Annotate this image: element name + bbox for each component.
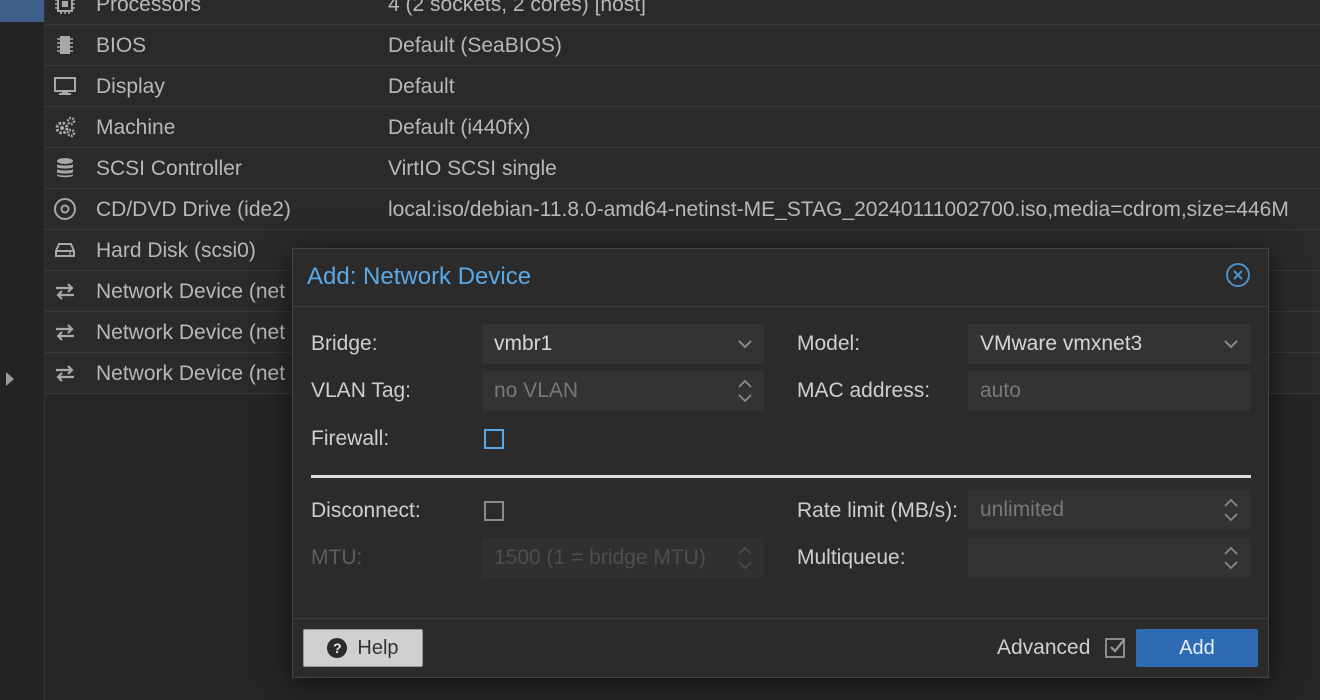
- row-name: Network Device (net: [96, 280, 286, 303]
- firewall-label: Firewall:: [311, 427, 390, 450]
- database-icon: [53, 156, 77, 180]
- model-label: Model:: [797, 332, 861, 355]
- row-name: Processors: [96, 0, 202, 16]
- row-name: CD/DVD Drive (ide2): [96, 198, 291, 221]
- left-navigation: [0, 0, 45, 700]
- advanced-label: Advanced: [997, 636, 1091, 659]
- spinner-icon[interactable]: [1224, 496, 1238, 524]
- disconnect-label: Disconnect:: [311, 499, 421, 522]
- rate-limit-placeholder: unlimited: [980, 498, 1065, 521]
- bridge-label: Bridge:: [311, 332, 378, 355]
- model-select[interactable]: VMware vmxnet3: [968, 324, 1250, 364]
- row-name: SCSI Controller: [96, 157, 242, 180]
- multiqueue-input[interactable]: [968, 538, 1250, 578]
- exchange-icon: [53, 361, 77, 385]
- mtu-placeholder: 1500 (1 = bridge MTU): [494, 546, 706, 569]
- dialog-header: Add: Network Device: [293, 249, 1268, 307]
- spinner-icon: [738, 546, 752, 570]
- advanced-divider: [311, 475, 1251, 478]
- spinner-icon[interactable]: [738, 377, 752, 405]
- vlan-label: VLAN Tag:: [311, 379, 412, 402]
- hardware-row-display[interactable]: Display Default: [45, 66, 1320, 107]
- disconnect-checkbox[interactable]: [484, 501, 504, 521]
- hardware-row-cdrom[interactable]: CD/DVD Drive (ide2) local:iso/debian-11.…: [45, 189, 1320, 230]
- row-name: BIOS: [96, 34, 147, 57]
- mtu-label: MTU:: [311, 546, 363, 569]
- hardware-row-machine[interactable]: Machine Default (i440fx): [45, 107, 1320, 148]
- exchange-icon: [53, 320, 77, 344]
- bridge-select[interactable]: vmbr1: [482, 324, 764, 364]
- question-circle-icon: ?: [327, 638, 348, 658]
- chevron-down-icon: [1224, 340, 1238, 349]
- exchange-icon: [53, 279, 77, 303]
- dialog-footer: ? Help Advanced Add: [293, 618, 1268, 677]
- mac-address-input[interactable]: auto: [968, 371, 1250, 411]
- vlan-placeholder: no VLAN: [494, 379, 579, 402]
- row-value: local:iso/debian-11.8.0-amd64-netinst-ME…: [388, 198, 1289, 221]
- dialog-title: Add: Network Device: [307, 263, 532, 290]
- add-button[interactable]: Add: [1136, 629, 1258, 667]
- mac-placeholder: auto: [980, 379, 1021, 402]
- close-icon: [1233, 270, 1243, 280]
- advanced-checkbox[interactable]: [1105, 638, 1125, 658]
- row-name: Hard Disk (scsi0): [96, 239, 256, 262]
- row-value: Default: [388, 75, 455, 98]
- bridge-value: vmbr1: [494, 332, 553, 355]
- gears-icon: [53, 115, 77, 139]
- row-value: Default (SeaBIOS): [388, 34, 562, 57]
- nav-selected-item[interactable]: [0, 0, 44, 22]
- chevron-down-icon: [738, 340, 752, 349]
- expand-arrow-icon[interactable]: [6, 372, 14, 386]
- mtu-input: 1500 (1 = bridge MTU): [482, 538, 764, 578]
- chip-icon: [53, 33, 77, 57]
- mac-label: MAC address:: [797, 379, 931, 402]
- add-network-device-dialog: Add: Network Device Bridge: vmbr1 VLAN T…: [292, 248, 1269, 678]
- spinner-icon[interactable]: [1224, 544, 1238, 572]
- row-name: Network Device (net: [96, 321, 286, 344]
- hardware-row-bios[interactable]: BIOS Default (SeaBIOS): [45, 25, 1320, 66]
- help-label: Help: [357, 636, 399, 659]
- app-root: Processors 4 (2 sockets, 2 cores) [host]…: [0, 0, 1320, 700]
- vlan-tag-input[interactable]: no VLAN: [482, 371, 764, 411]
- disc-icon: [53, 197, 77, 221]
- hardware-row-processors[interactable]: Processors 4 (2 sockets, 2 cores) [host]: [45, 0, 1320, 25]
- rate-limit-input[interactable]: unlimited: [968, 490, 1250, 530]
- cpu-icon: [53, 0, 77, 16]
- firewall-checkbox[interactable]: [484, 429, 504, 449]
- row-name: Network Device (net: [96, 362, 286, 385]
- row-value: 4 (2 sockets, 2 cores) [host]: [388, 0, 646, 16]
- row-name: Display: [96, 75, 165, 98]
- check-icon: [1110, 639, 1125, 653]
- monitor-icon: [53, 74, 77, 98]
- model-value: VMware vmxnet3: [980, 332, 1143, 355]
- rate-limit-label: Rate limit (MB/s):: [797, 499, 959, 522]
- hardware-row-scsi-controller[interactable]: SCSI Controller VirtIO SCSI single: [45, 148, 1320, 189]
- multiqueue-label: Multiqueue:: [797, 546, 906, 569]
- row-name: Machine: [96, 116, 176, 139]
- row-value: VirtIO SCSI single: [388, 157, 557, 180]
- row-value: Default (i440fx): [388, 116, 531, 139]
- help-button[interactable]: ? Help: [303, 629, 423, 667]
- close-button[interactable]: [1226, 263, 1250, 287]
- hdd-icon: [53, 238, 77, 262]
